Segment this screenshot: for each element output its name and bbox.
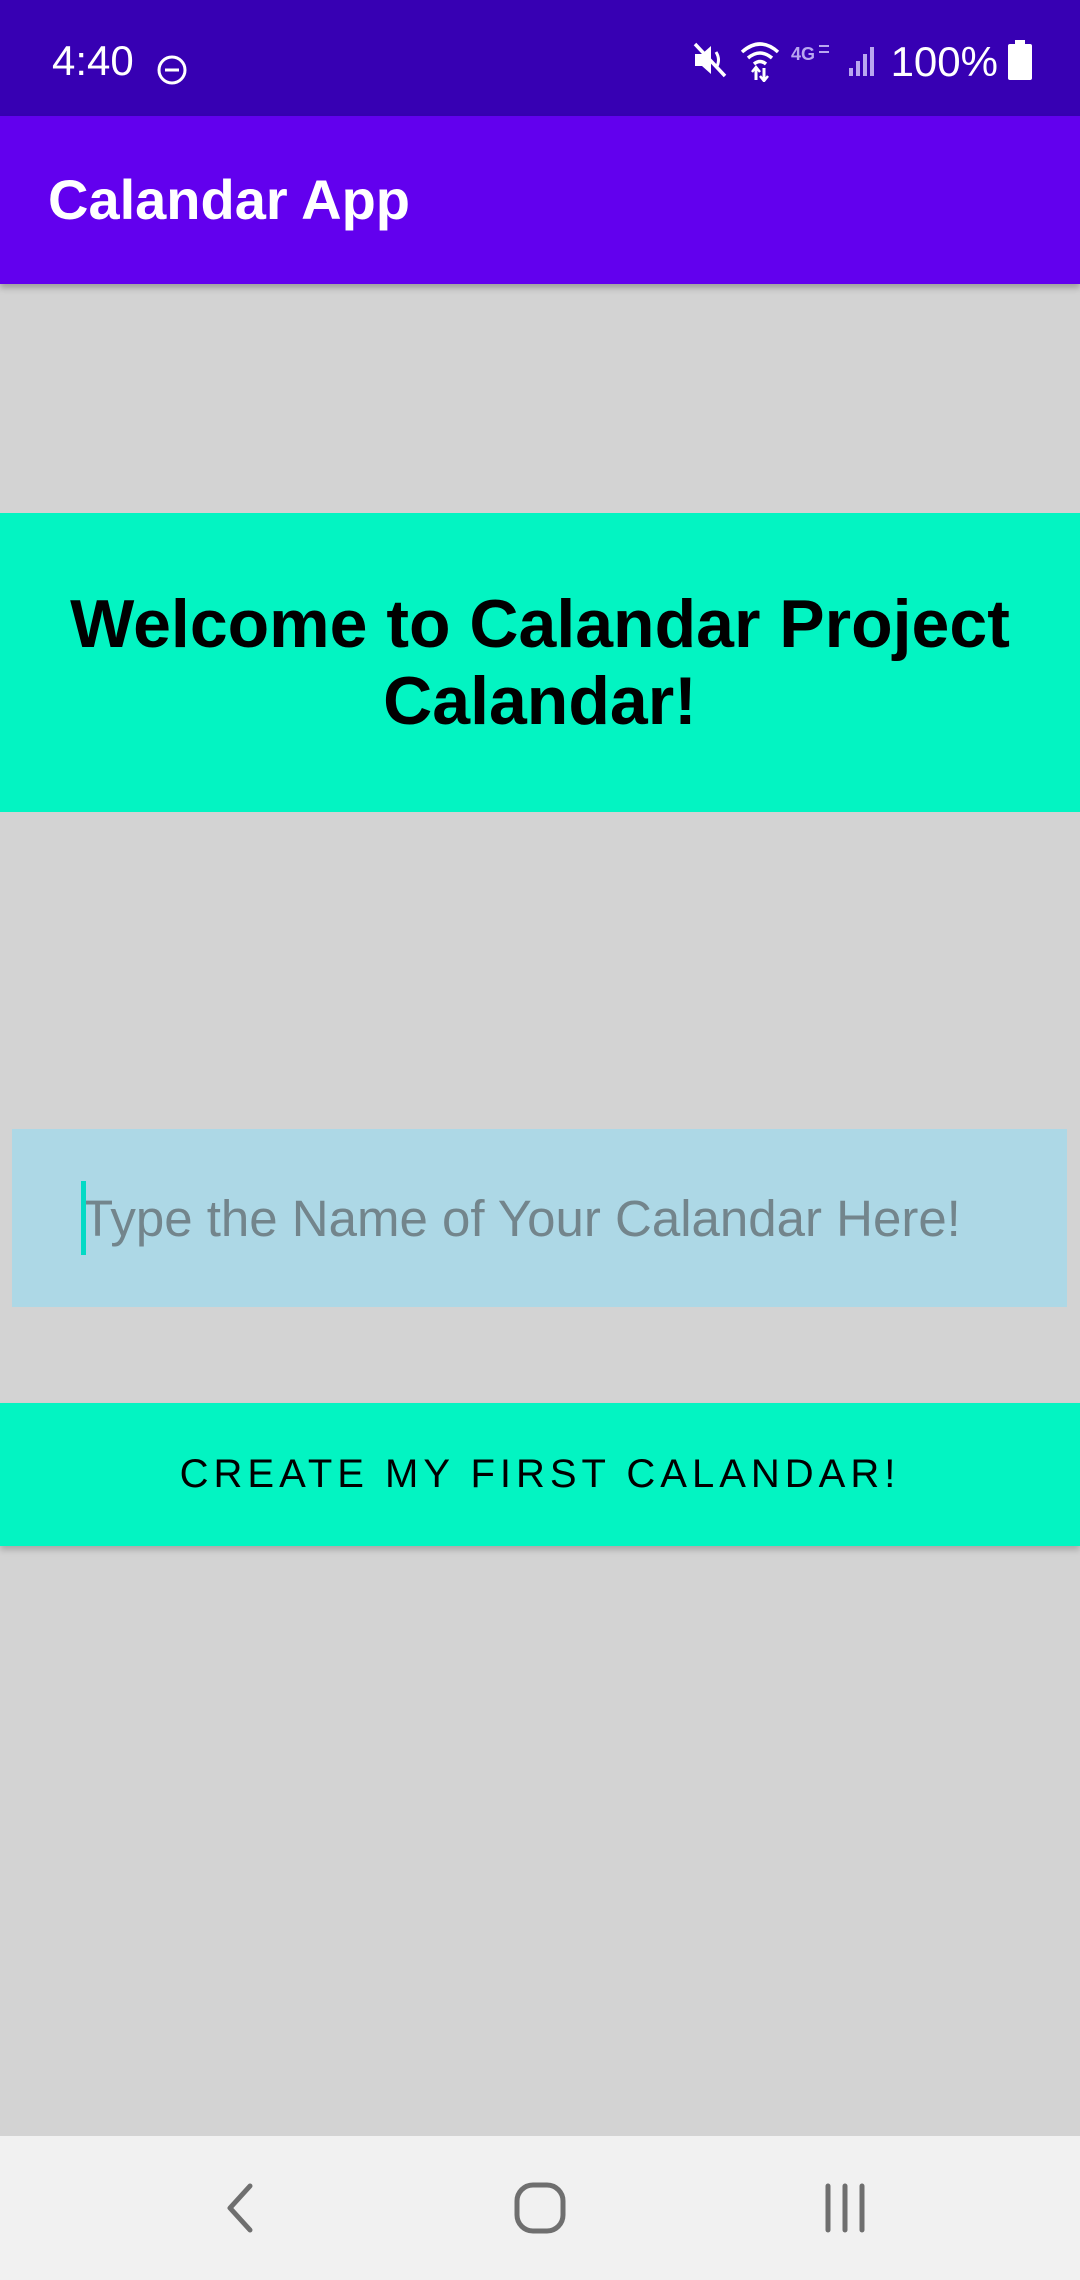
svg-text:4G: 4G bbox=[791, 44, 815, 64]
home-icon bbox=[514, 2182, 566, 2234]
back-icon bbox=[227, 2183, 253, 2233]
navigation-bar bbox=[0, 2136, 1080, 2280]
status-time: 4:40 bbox=[52, 37, 134, 84]
status-bar: 4:40 4G 100% bbox=[0, 0, 1080, 116]
calendar-name-input[interactable] bbox=[12, 1129, 1067, 1307]
status-icons: 4G 100% bbox=[691, 38, 1032, 87]
mute-icon bbox=[691, 40, 729, 85]
back-button[interactable] bbox=[160, 2136, 320, 2280]
create-calendar-button-label: CREATE MY FIRST CALANDAR! bbox=[179, 1452, 901, 1496]
app-title: Calandar App bbox=[48, 168, 410, 231]
calendar-name-field bbox=[12, 1129, 1067, 1307]
wifi-icon bbox=[739, 38, 781, 87]
signal-icon bbox=[847, 42, 881, 83]
recents-button[interactable] bbox=[765, 2136, 925, 2280]
app-screen: 4:40 4G 100% Calandar App Welcome to Cal… bbox=[0, 0, 1080, 2280]
welcome-banner: Welcome to Calandar Project Calandar! bbox=[0, 513, 1080, 812]
do-not-disturb-icon bbox=[156, 54, 188, 86]
recents-icon bbox=[825, 2183, 865, 2233]
welcome-text: Welcome to Calandar Project Calandar! bbox=[70, 586, 1010, 739]
home-button[interactable] bbox=[460, 2136, 620, 2280]
4g-icon: 4G bbox=[791, 42, 837, 83]
battery-percentage: 100% bbox=[890, 38, 998, 85]
create-calendar-button[interactable]: CREATE MY FIRST CALANDAR! bbox=[0, 1403, 1080, 1546]
battery-icon bbox=[1008, 39, 1032, 85]
app-bar: Calandar App bbox=[0, 116, 1080, 284]
text-cursor bbox=[81, 1181, 86, 1255]
